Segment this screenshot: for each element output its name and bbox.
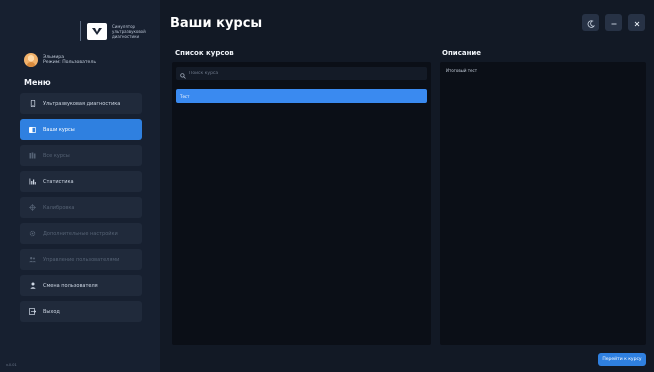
description-header: Описание xyxy=(442,49,482,57)
sidebar-item-exit[interactable]: Выход xyxy=(20,301,142,322)
book-icon xyxy=(29,126,36,133)
sidebar-item-label: Дополнительные настройки xyxy=(43,230,118,237)
sidebar: Симулятор ультразвуковой диагностики Эль… xyxy=(0,0,160,372)
close-button[interactable] xyxy=(628,14,645,31)
course-description-text: Итоговый тест xyxy=(446,68,478,73)
sidebar-item-all-courses[interactable]: Все курсы xyxy=(20,145,142,166)
app-version: v.0.01 xyxy=(6,363,17,367)
sidebar-item-label: Смена пользователя xyxy=(43,282,98,289)
users-icon xyxy=(29,256,36,263)
sidebar-item-statistics[interactable]: Статистика xyxy=(20,171,142,192)
sidebar-item-label: Калибровка xyxy=(43,204,75,211)
menu-title: Меню xyxy=(24,78,51,87)
sidebar-item-switch-user[interactable]: Смена пользователя xyxy=(20,275,142,296)
books-icon xyxy=(29,152,36,159)
course-list-header: Список курсов xyxy=(175,49,234,57)
probe-logo-icon xyxy=(87,22,107,40)
bar-chart-icon xyxy=(29,178,36,185)
sidebar-item-label: Ваши курсы xyxy=(43,126,75,133)
sidebar-item-label: Управление пользователями xyxy=(43,256,120,263)
avatar xyxy=(24,53,38,67)
theme-toggle-button[interactable] xyxy=(582,14,599,31)
course-search[interactable] xyxy=(176,67,427,80)
go-to-course-button[interactable]: Перейти к курсу xyxy=(598,353,646,366)
sidebar-menu: Ультразвуковая диагностика Ваши курсы Вс… xyxy=(20,93,142,327)
user-text: Эльмира Режим: Пользователь xyxy=(43,55,96,66)
search-icon xyxy=(180,64,186,83)
course-list-item[interactable]: Тест xyxy=(176,89,427,103)
sidebar-item-label: Ультразвуковая диагностика xyxy=(43,100,121,107)
sidebar-item-label: Статистика xyxy=(43,178,74,185)
user-info: Эльмира Режим: Пользователь xyxy=(24,53,96,67)
moon-icon xyxy=(587,13,595,32)
sidebar-item-user-management[interactable]: Управление пользователями xyxy=(20,249,142,270)
user-role: Режим: Пользователь xyxy=(43,60,97,65)
close-icon xyxy=(633,13,641,32)
page-title: Ваши курсы xyxy=(170,16,263,31)
logo-divider xyxy=(80,21,81,41)
sidebar-item-your-courses[interactable]: Ваши курсы xyxy=(20,119,142,140)
minimize-icon xyxy=(610,13,618,32)
course-list-panel xyxy=(172,62,431,345)
sidebar-item-extra-settings[interactable]: Дополнительные настройки xyxy=(20,223,142,244)
sidebar-item-label: Все курсы xyxy=(43,152,70,159)
exit-icon xyxy=(29,308,36,315)
minimize-button[interactable] xyxy=(605,14,622,31)
search-input[interactable] xyxy=(189,71,389,76)
sidebar-item-ultrasound[interactable]: Ультразвуковая диагностика xyxy=(20,93,142,114)
sidebar-item-label: Выход xyxy=(43,308,60,315)
user-icon xyxy=(29,282,36,289)
phone-icon xyxy=(29,100,36,107)
gear-icon xyxy=(29,230,36,237)
crosshair-icon xyxy=(29,204,36,211)
logo-text: Симулятор ультразвуковой диагностики xyxy=(112,23,146,39)
sidebar-item-calibration[interactable]: Калибровка xyxy=(20,197,142,218)
app-logo: Симулятор ультразвуковой диагностики xyxy=(80,21,152,41)
description-panel xyxy=(440,62,646,345)
